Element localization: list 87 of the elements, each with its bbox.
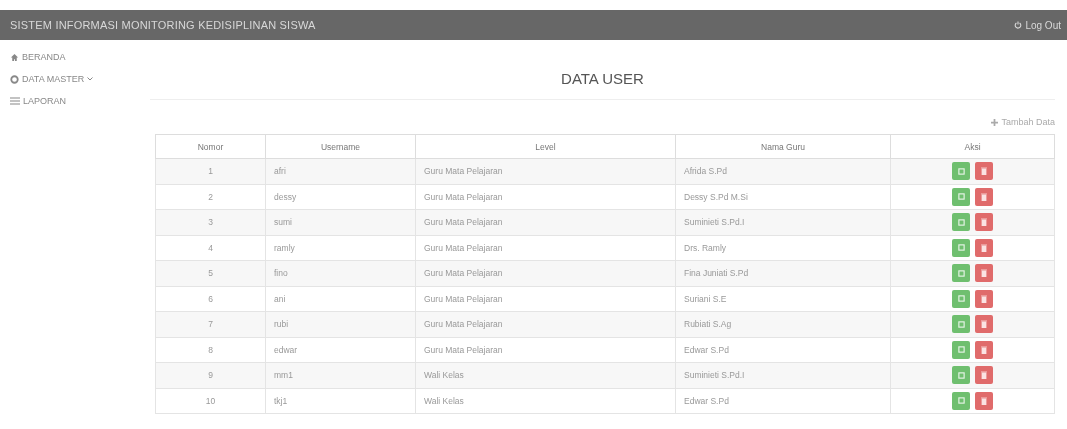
table-cell: Edwar S.Pd xyxy=(675,388,891,414)
edit-button[interactable] xyxy=(952,187,970,206)
delete-button[interactable] xyxy=(975,289,993,308)
app-title: SISTEM INFORMASI MONITORING KEDISIPLINAN SISWA xyxy=(10,19,316,31)
delete-button[interactable] xyxy=(975,391,993,410)
table-cell: Afrida S.Pd xyxy=(675,158,891,184)
edit-button[interactable] xyxy=(952,289,970,308)
table-cell: Wali Kelas xyxy=(415,362,676,388)
table-cell: Fina Juniati S.Pd xyxy=(675,260,891,286)
column-header: Nama Guru xyxy=(675,134,891,159)
table-cell: 9 xyxy=(155,362,266,388)
table-cell: Guru Mata Pelajaran xyxy=(415,311,676,337)
table-cell: sumi xyxy=(265,209,416,235)
trash-icon xyxy=(981,167,987,176)
edit-button[interactable] xyxy=(952,264,970,283)
table-cell: Wali Kelas xyxy=(415,388,676,414)
home-icon xyxy=(10,52,19,62)
table-cell: Edwar S.Pd xyxy=(675,337,891,363)
page-title: DATA USER xyxy=(150,40,1055,100)
chevron-down-icon xyxy=(87,77,94,81)
delete-button[interactable] xyxy=(975,315,993,334)
delete-button[interactable] xyxy=(975,238,993,257)
trash-icon xyxy=(981,294,987,303)
column-header: Level xyxy=(415,134,676,159)
trash-icon xyxy=(981,269,987,278)
table-cell: mm1 xyxy=(265,362,416,388)
table-cell: ramly xyxy=(265,235,416,261)
table-cell: dessy xyxy=(265,184,416,210)
trash-icon xyxy=(981,192,987,201)
delete-button[interactable] xyxy=(975,366,993,385)
table-cell: 2 xyxy=(155,184,266,210)
sidebar-item[interactable]: LAPORAN xyxy=(0,90,150,112)
column-header: Aksi xyxy=(890,134,1055,159)
sidebar-item[interactable]: BERANDA xyxy=(0,46,150,68)
table-cell: Guru Mata Pelajaran xyxy=(415,184,676,210)
trash-icon xyxy=(981,218,987,227)
table-cell: Guru Mata Pelajaran xyxy=(415,337,676,363)
table-cell: 7 xyxy=(155,311,266,337)
table-cell: 5 xyxy=(155,260,266,286)
delete-button[interactable] xyxy=(975,187,993,206)
plus-icon xyxy=(991,118,999,126)
table-cell: Suriani S.E xyxy=(675,286,891,312)
sidebar-item[interactable]: DATA MASTER xyxy=(0,68,150,90)
power-icon xyxy=(1014,21,1023,29)
table-cell: Suminieti S.Pd.I xyxy=(675,362,891,388)
logout-link[interactable]: Log Out xyxy=(1014,19,1061,31)
table-cell: fino xyxy=(265,260,416,286)
edit-button[interactable] xyxy=(952,162,970,181)
table-cell: rubi xyxy=(265,311,416,337)
trash-icon xyxy=(981,243,987,252)
table-cell: 8 xyxy=(155,337,266,363)
delete-button[interactable] xyxy=(975,340,993,359)
column-header: Username xyxy=(265,134,416,159)
table-cell: Dessy S.Pd M.Si xyxy=(675,184,891,210)
table-cell: 3 xyxy=(155,209,266,235)
table-cell: 4 xyxy=(155,235,266,261)
table-cell: 1 xyxy=(155,158,266,184)
table-cell: ani xyxy=(265,286,416,312)
table-cell: tkj1 xyxy=(265,388,416,414)
table-cell: 10 xyxy=(155,388,266,414)
table-cell: Drs. Ramly xyxy=(675,235,891,261)
column-header: Nomor xyxy=(155,134,266,159)
edit-button[interactable] xyxy=(952,213,970,232)
table-cell: Guru Mata Pelajaran xyxy=(415,209,676,235)
edit-button[interactable] xyxy=(952,391,970,410)
delete-button[interactable] xyxy=(975,213,993,232)
list-icon xyxy=(10,97,20,105)
trash-icon xyxy=(981,371,987,380)
table-cell: afri xyxy=(265,158,416,184)
table-cell: Guru Mata Pelajaran xyxy=(415,260,676,286)
table-cell: Guru Mata Pelajaran xyxy=(415,235,676,261)
table-cell: 6 xyxy=(155,286,266,312)
trash-icon xyxy=(981,396,987,405)
edit-button[interactable] xyxy=(952,238,970,257)
delete-button[interactable] xyxy=(975,162,993,181)
edit-button[interactable] xyxy=(952,315,970,334)
delete-button[interactable] xyxy=(975,264,993,283)
edit-button[interactable] xyxy=(952,340,970,359)
table-cell: edwar xyxy=(265,337,416,363)
table-cell: Guru Mata Pelajaran xyxy=(415,158,676,184)
edit-button[interactable] xyxy=(952,366,970,385)
table-cell: Suminieti S.Pd.I xyxy=(675,209,891,235)
table-cell: Guru Mata Pelajaran xyxy=(415,286,676,312)
trash-icon xyxy=(981,345,987,354)
trash-icon xyxy=(981,320,987,329)
add-data-link[interactable]: Tambah Data xyxy=(991,117,1055,127)
table-cell: Rubiati S.Ag xyxy=(675,311,891,337)
